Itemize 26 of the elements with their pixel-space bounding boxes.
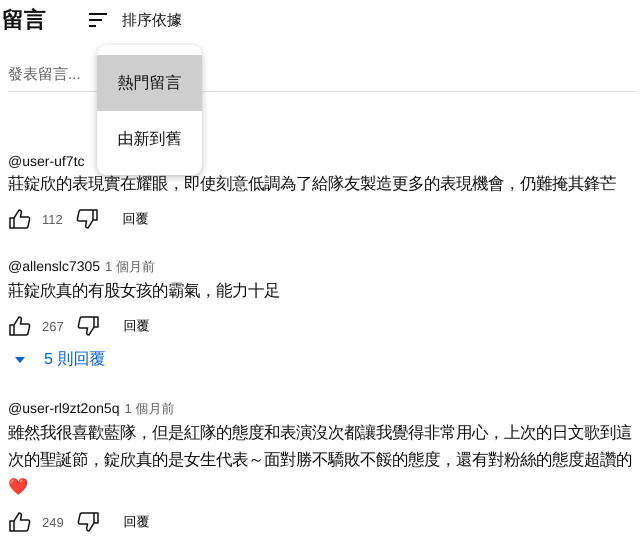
thumbs-down-icon[interactable] <box>74 207 99 231</box>
thumbs-up-icon[interactable] <box>8 314 32 338</box>
author-name[interactable]: @user-uf7tc <box>8 153 84 169</box>
thumbs-up-icon[interactable] <box>8 510 32 534</box>
author-name[interactable]: @user-rl9zt2on5q <box>8 400 120 416</box>
like-count: 112 <box>42 212 63 226</box>
thumbs-down-icon[interactable] <box>76 314 100 338</box>
reply-button[interactable]: 回覆 <box>118 313 156 339</box>
caret-down-icon[interactable] <box>14 356 26 364</box>
comment-text: 莊錠欣的表現實在耀眼，即使刻意低調為了給隊友製造更多的表現機會，仍難掩其鋒芒 <box>8 174 617 195</box>
author-name[interactable]: @allenslc7305 <box>8 258 100 274</box>
like-count: 267 <box>42 318 64 334</box>
replies-button[interactable]: 5 則回覆 <box>8 335 106 374</box>
comment-text: 雖然我很喜歡藍隊，但是紅隊的態度和表演沒次都讓我覺得非常用心，上次的日文歌到這次的聖誕節，錠欣真的是女生代表～面對勝不驕敗不餒的態度，還有對粉絲的態度超讚的 ❤ <box>8 423 633 498</box>
menu-item[interactable]: 由新到舊 <box>97 111 202 167</box>
comments-title: 留言 <box>1 6 46 34</box>
comment-time: 1 個月前 <box>124 400 174 418</box>
reply-button[interactable]: 回覆 <box>118 509 156 535</box>
reply-button[interactable]: 回覆 <box>116 206 155 232</box>
comment-time: 1 個月前 <box>105 258 155 276</box>
like-count: 249 <box>42 514 64 530</box>
thumbs-down-icon[interactable] <box>76 510 100 534</box>
menu-item[interactable]: 熱門留言 <box>97 55 202 111</box>
thumbs-up-icon[interactable] <box>8 207 32 231</box>
sort-button[interactable]: 排序依據 <box>86 8 182 32</box>
comment-text: 莊錠欣真的有股女孩的霸氣，能力十足 <box>8 281 281 302</box>
